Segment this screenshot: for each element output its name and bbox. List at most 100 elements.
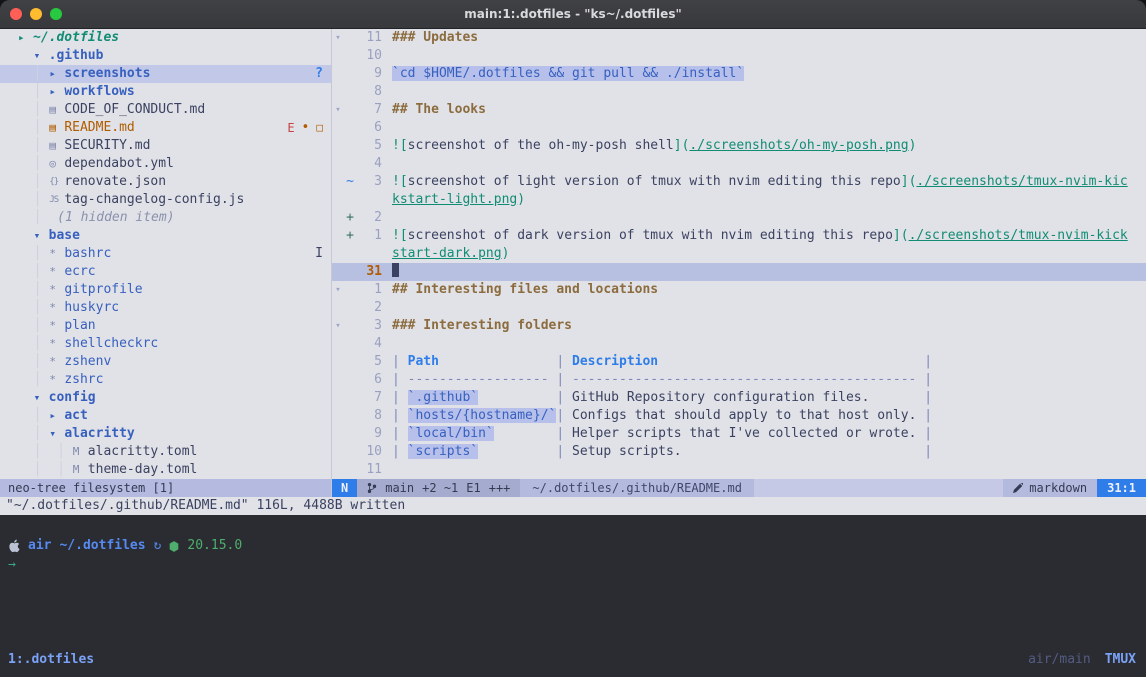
tree-item-bashrc[interactable]: │ *bashrcI — [0, 245, 331, 263]
line-number: 1 — [356, 227, 382, 245]
git-untracked-badge: ? — [315, 65, 323, 83]
editor-line[interactable]: 8 — [332, 83, 1146, 101]
close-button[interactable] — [10, 8, 22, 20]
tree-item-github[interactable]: ▾.github — [0, 47, 331, 65]
tree-item-dependabot-yml[interactable]: │ ◎dependabot.yml — [0, 155, 331, 173]
tree-item-gitprofile[interactable]: │ *gitprofile — [0, 281, 331, 299]
syntax-code: `hosts/{hostname}/` — [408, 408, 557, 423]
tree-item-label: zshrc — [64, 371, 103, 389]
editor-line[interactable]: 9`cd $HOME/.dotfiles && git pull && ./in… — [332, 65, 1146, 83]
titlebar[interactable]: main:1:.dotfiles - "ks~/.dotfiles" — [0, 0, 1146, 29]
tree-item-shellcheckrc[interactable]: │ *shellcheckrc — [0, 335, 331, 353]
editor-line[interactable]: 6| ------------------ | ----------------… — [332, 371, 1146, 389]
line-text — [382, 263, 399, 281]
line-number: 10 — [356, 443, 382, 461]
editor-line[interactable]: 5| Path | Description | — [332, 353, 1146, 371]
indent-guide: │ — [18, 101, 49, 119]
tree-item-label: act — [64, 407, 87, 425]
tree-item-act[interactable]: │ ▸act — [0, 407, 331, 425]
syntax-punct: ]( — [674, 138, 690, 153]
mode-indicator: N — [332, 479, 357, 497]
editor-line[interactable]: 11 — [332, 461, 1146, 479]
syntax-punct: ]( — [893, 228, 909, 243]
editor-line[interactable]: 31 — [332, 263, 1146, 281]
syntax-pipe: | — [392, 426, 408, 441]
syntax-punct: ]( — [901, 174, 917, 189]
editor-line[interactable]: 10 — [332, 47, 1146, 65]
line-number: 11 — [356, 461, 382, 479]
line-text: | Path | Description | — [382, 353, 932, 371]
diagnostic-error-mark: E — [287, 119, 294, 137]
shell-pane[interactable]: air ~/.dotfiles ↻ 20.15.0 → 1:.dotfiles … — [0, 515, 1146, 677]
yaml-icon: ◎ — [49, 155, 64, 173]
tree-item-theme-day-toml[interactable]: │ │ Mtheme-day.toml — [0, 461, 331, 479]
indent-guide: │ — [18, 137, 49, 155]
tree-item-readme-md[interactable]: │ ▤README.mdE•□ — [0, 119, 331, 137]
editor-line[interactable]: 10| `scripts` | Setup scripts. | — [332, 443, 1146, 461]
editor-line[interactable]: start-dark.png) — [332, 245, 1146, 263]
tree-item-huskyrc[interactable]: │ *huskyrc — [0, 299, 331, 317]
indent-guide — [18, 47, 34, 65]
editor-line[interactable]: 4 — [332, 335, 1146, 353]
zoom-button[interactable] — [50, 8, 62, 20]
editor-line[interactable]: kstart-light.png) — [332, 191, 1146, 209]
tree-item-zshenv[interactable]: │ *zshenv — [0, 353, 331, 371]
tmux-window-tab[interactable]: 1:.dotfiles — [8, 651, 94, 669]
tree-item-workflows[interactable]: │ ▸workflows — [0, 83, 331, 101]
tree-item-label: tag-changelog-config.js — [64, 191, 244, 209]
editor-line[interactable]: 4 — [332, 155, 1146, 173]
tree-item-zshrc[interactable]: │ *zshrc — [0, 371, 331, 389]
editor-line[interactable]: 9| `local/bin` | Helper scripts that I'v… — [332, 425, 1146, 443]
editor-line[interactable]: ▾7## The looks — [332, 101, 1146, 119]
tree-item-ecrc[interactable]: │ *ecrc — [0, 263, 331, 281]
tree-item-alacritty[interactable]: │ ▾alacritty — [0, 425, 331, 443]
syntax-txt: Configs that should apply to that host o… — [572, 408, 924, 423]
editor-line[interactable]: ▾3### Interesting folders — [332, 317, 1146, 335]
tree-item-renovate-json[interactable]: │ {}renovate.json — [0, 173, 331, 191]
syntax-pipe: | — [924, 408, 932, 423]
tree-item-plan[interactable]: │ *plan — [0, 317, 331, 335]
fold-arrow-icon: ▾ — [332, 281, 344, 299]
editor-line[interactable]: 6 — [332, 119, 1146, 137]
tree-item-alacritty-toml[interactable]: │ │ Malacritty.toml — [0, 443, 331, 461]
editor-line[interactable]: +2 — [332, 209, 1146, 227]
editor-line[interactable]: ▾11### Updates — [332, 29, 1146, 47]
editor-line[interactable]: 8| `hosts/{hostname}/`| Configs that sho… — [332, 407, 1146, 425]
tree-item-code-of-conduct-md[interactable]: │ ▤CODE_OF_CONDUCT.md — [0, 101, 331, 119]
line-text: ![screenshot of the oh-my-posh shell](./… — [382, 137, 916, 155]
tree-item-label: huskyrc — [64, 299, 119, 317]
tree-item-dotfiles[interactable]: ▸~/.dotfiles — [0, 29, 331, 47]
tree-item-label: (1 hidden item) — [57, 209, 174, 227]
syntax-code: `cd $HOME/.dotfiles && git pull && ./ins… — [392, 66, 744, 81]
minimize-button[interactable] — [30, 8, 42, 20]
editor-line[interactable]: ▾1## Interesting files and locations — [332, 281, 1146, 299]
json-braces-icon: {} — [49, 173, 64, 191]
editor-line[interactable]: 2 — [332, 299, 1146, 317]
tree-item-label: shellcheckrc — [64, 335, 158, 353]
tree-item-label: CODE_OF_CONDUCT.md — [64, 101, 205, 119]
tree-item-base[interactable]: ▾base — [0, 227, 331, 245]
tree-item-screenshots[interactable]: │ ▸screenshots? — [0, 65, 331, 83]
line-number: 3 — [356, 317, 382, 335]
editor-line[interactable]: ~3![screenshot of light version of tmux … — [332, 173, 1146, 191]
syntax-pipe: | — [392, 354, 408, 369]
indent-guide: │ — [18, 317, 49, 335]
line-number: 3 — [356, 173, 382, 191]
tree-item-config[interactable]: ▾config — [0, 389, 331, 407]
editor-line[interactable]: 7| `.github` | GitHub Repository configu… — [332, 389, 1146, 407]
chevron-right-icon: ▸ — [49, 65, 64, 83]
tree-item-security-md[interactable]: │ ▤SECURITY.md — [0, 137, 331, 155]
tree-item-1-hidden-item[interactable]: │ (1 hidden item) — [0, 209, 331, 227]
file-text-icon: ▤ — [49, 119, 64, 137]
shell-icon: * — [49, 353, 64, 371]
editor-line[interactable]: 5![screenshot of the oh-my-posh shell](.… — [332, 137, 1146, 155]
modified-dot-icon: • — [302, 119, 310, 137]
tree-item-label: dependabot.yml — [64, 155, 174, 173]
editor-line[interactable]: +1![screenshot of dark version of tmux w… — [332, 227, 1146, 245]
line-number: 7 — [356, 101, 382, 119]
command-message-line: "~/.dotfiles/.github/README.md" 116L, 44… — [0, 497, 1146, 515]
syntax-pipe: | — [556, 390, 572, 405]
diagnostics-errors: E1 — [466, 479, 480, 497]
syntax-txt — [478, 390, 556, 405]
tree-item-tag-changelog-config-js[interactable]: │ JStag-changelog-config.js — [0, 191, 331, 209]
